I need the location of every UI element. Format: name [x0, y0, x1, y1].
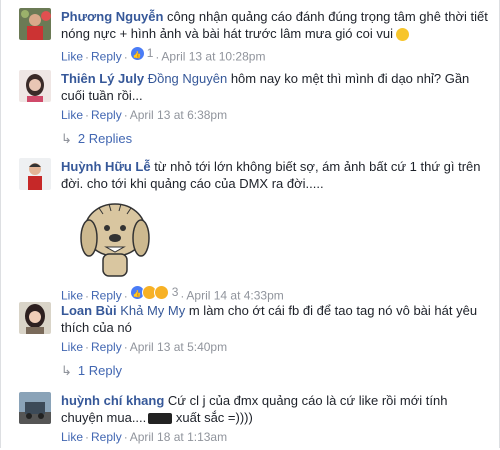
comment-body: Huỳnh Hữu Lễ từ nhỏ tới lớn không biết s…: [61, 158, 491, 304]
comment-body: Loan Bùi Khả My My m làm cho ớt cái fb đ…: [61, 302, 491, 355]
dog-sticker-icon: [80, 203, 150, 277]
reply-link[interactable]: Reply: [91, 50, 122, 64]
reaction-count: 3: [171, 285, 179, 299]
comment-author[interactable]: Huỳnh Hữu Lễ: [61, 159, 151, 174]
view-replies-link[interactable]: ↳ 2 Replies: [61, 131, 132, 147]
timestamp[interactable]: April 13 at 6:38pm: [130, 108, 227, 122]
reaction-count: 1: [146, 46, 154, 60]
comment-author[interactable]: Thiên Lý July: [61, 71, 144, 86]
tagged-user[interactable]: Khả My My: [120, 303, 185, 318]
like-link[interactable]: Like: [61, 430, 83, 444]
sticker[interactable]: [79, 200, 151, 280]
like-link[interactable]: Like: [61, 50, 83, 64]
avatar[interactable]: [19, 392, 51, 424]
comment-author[interactable]: huỳnh chí khang: [61, 393, 164, 408]
reply-link[interactable]: Reply: [91, 108, 122, 122]
like-link[interactable]: Like: [61, 108, 83, 122]
comment-thread: Phương Nguyễn công nhận quảng cáo đánh đ…: [0, 0, 500, 448]
timestamp[interactable]: April 14 at 4:33pm: [186, 289, 283, 303]
reaction-summary[interactable]: 1: [129, 45, 154, 64]
comment-actions: Like·Reply·3·April 14 at 4:33pm: [61, 284, 491, 304]
comment-actions: Like · Reply · April 18 at 1:13am: [61, 430, 228, 444]
comment-body: Phương Nguyễn công nhận quảng cáo đánh đ…: [61, 8, 491, 65]
timestamp[interactable]: April 13 at 5:40pm: [130, 340, 227, 354]
comment-author[interactable]: Loan Bùi: [61, 303, 117, 318]
view-replies-link[interactable]: ↳ 1 Reply: [61, 363, 122, 379]
comment-text-tail: xuất sắc =)))): [172, 410, 253, 425]
like-reaction-icon: [129, 45, 145, 64]
reply-arrow-icon: ↳: [61, 131, 72, 146]
comment-author[interactable]: Phương Nguyễn: [61, 9, 163, 24]
grin-emoji-icon: [396, 28, 410, 42]
timestamp[interactable]: April 13 at 10:28pm: [161, 50, 265, 64]
reply-link[interactable]: Reply: [91, 340, 122, 354]
wow-reaction-icon: [153, 284, 169, 300]
like-link[interactable]: Like: [61, 340, 83, 354]
like-link[interactable]: Like: [61, 289, 83, 303]
timestamp[interactable]: April 18 at 1:13am: [130, 430, 227, 444]
reaction-summary[interactable]: 3: [129, 284, 179, 303]
comment-actions: Like · Reply · April 13 at 6:38pm: [61, 108, 228, 122]
replies-label: 1 Reply: [77, 363, 122, 378]
replies-label: 2 Replies: [77, 131, 133, 146]
comment-body: huỳnh chí khang Cứ cl j của đmx quảng cá…: [61, 392, 491, 445]
comment-actions: Like · Reply · April 13 at 5:40pm: [61, 340, 228, 354]
comment-body: Thiên Lý July Đồng Nguyên hôm nay ko mệt…: [61, 70, 491, 123]
tagged-user[interactable]: Đồng Nguyên: [148, 71, 228, 86]
avatar[interactable]: [19, 302, 51, 334]
avatar[interactable]: [19, 158, 51, 190]
reply-arrow-icon: ↳: [61, 363, 72, 378]
reply-link[interactable]: Reply: [91, 289, 122, 303]
avatar[interactable]: [19, 70, 51, 102]
reply-link[interactable]: Reply: [91, 430, 122, 444]
comment-actions: Like·Reply·1·April 13 at 10:28pm: [61, 45, 491, 65]
avatar[interactable]: [19, 8, 51, 40]
sticker-emoticon-icon: [148, 413, 173, 425]
